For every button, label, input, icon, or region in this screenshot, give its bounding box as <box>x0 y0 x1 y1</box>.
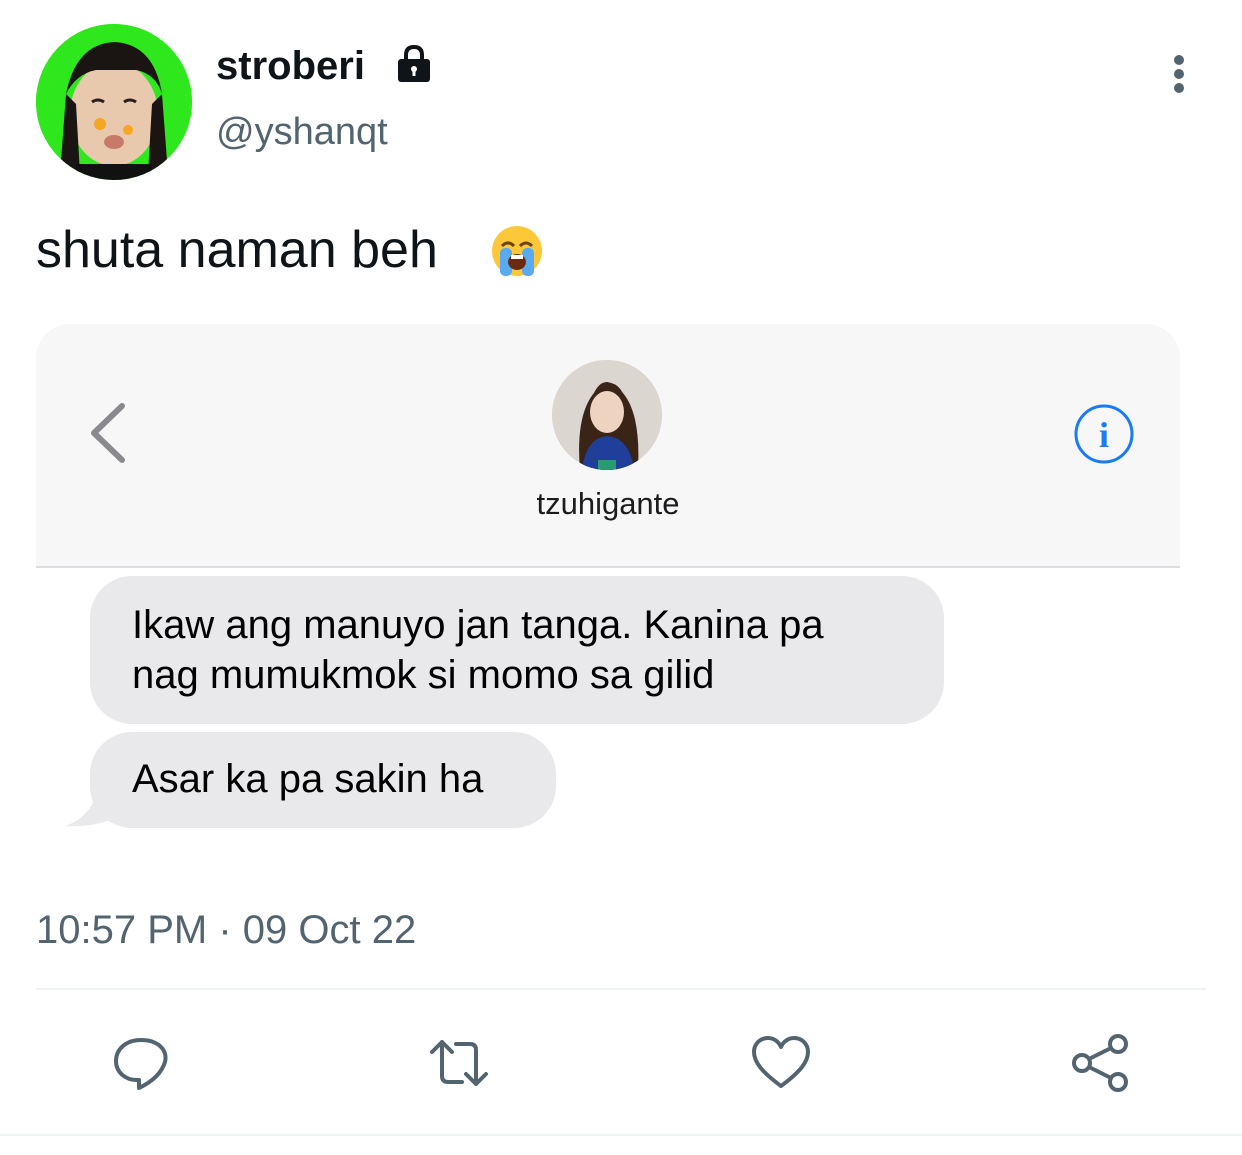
heart-icon[interactable] <box>750 1032 812 1094</box>
contact-avatar[interactable] <box>552 360 662 470</box>
info-icon[interactable]: i <box>1072 402 1136 466</box>
contact-name: tzuhigante <box>536 486 680 521</box>
divider <box>36 988 1206 990</box>
tweet-text: shuta naman beh <box>36 221 438 279</box>
message-bubble: Ikaw ang manuyo jan tanga. Kanina pa nag… <box>90 576 944 724</box>
chat-header: tzuhigante i <box>36 324 1180 568</box>
author-avatar[interactable] <box>36 24 192 180</box>
attached-image[interactable]: tzuhigante i Ikaw ang manuyo jan tanga. … <box>36 324 1180 864</box>
chevron-left-icon[interactable] <box>86 402 130 464</box>
reply-icon[interactable] <box>110 1032 172 1094</box>
loudly-crying-face-emoji-icon <box>490 224 544 278</box>
svg-text:i: i <box>1099 415 1109 455</box>
lock-icon <box>394 44 434 84</box>
message-line: Ikaw ang manuyo jan tanga. Kanina pa <box>132 603 824 647</box>
message-bubble: Asar ka pa sakin ha <box>90 732 556 828</box>
message-line: Asar ka pa sakin ha <box>132 757 484 801</box>
author-display-name[interactable]: stroberi <box>216 42 365 90</box>
divider <box>0 1134 1242 1136</box>
author-handle[interactable]: @yshanqt <box>216 108 388 156</box>
more-options-icon[interactable] <box>1162 54 1196 98</box>
message-line: nag mumukmok si momo sa gilid <box>132 653 715 697</box>
share-icon[interactable] <box>1070 1032 1132 1094</box>
avatar-image <box>36 24 192 180</box>
retweet-icon[interactable] <box>428 1032 490 1094</box>
tweet-timestamp[interactable]: 10:57 PM · 09 Oct 22 <box>36 904 416 956</box>
